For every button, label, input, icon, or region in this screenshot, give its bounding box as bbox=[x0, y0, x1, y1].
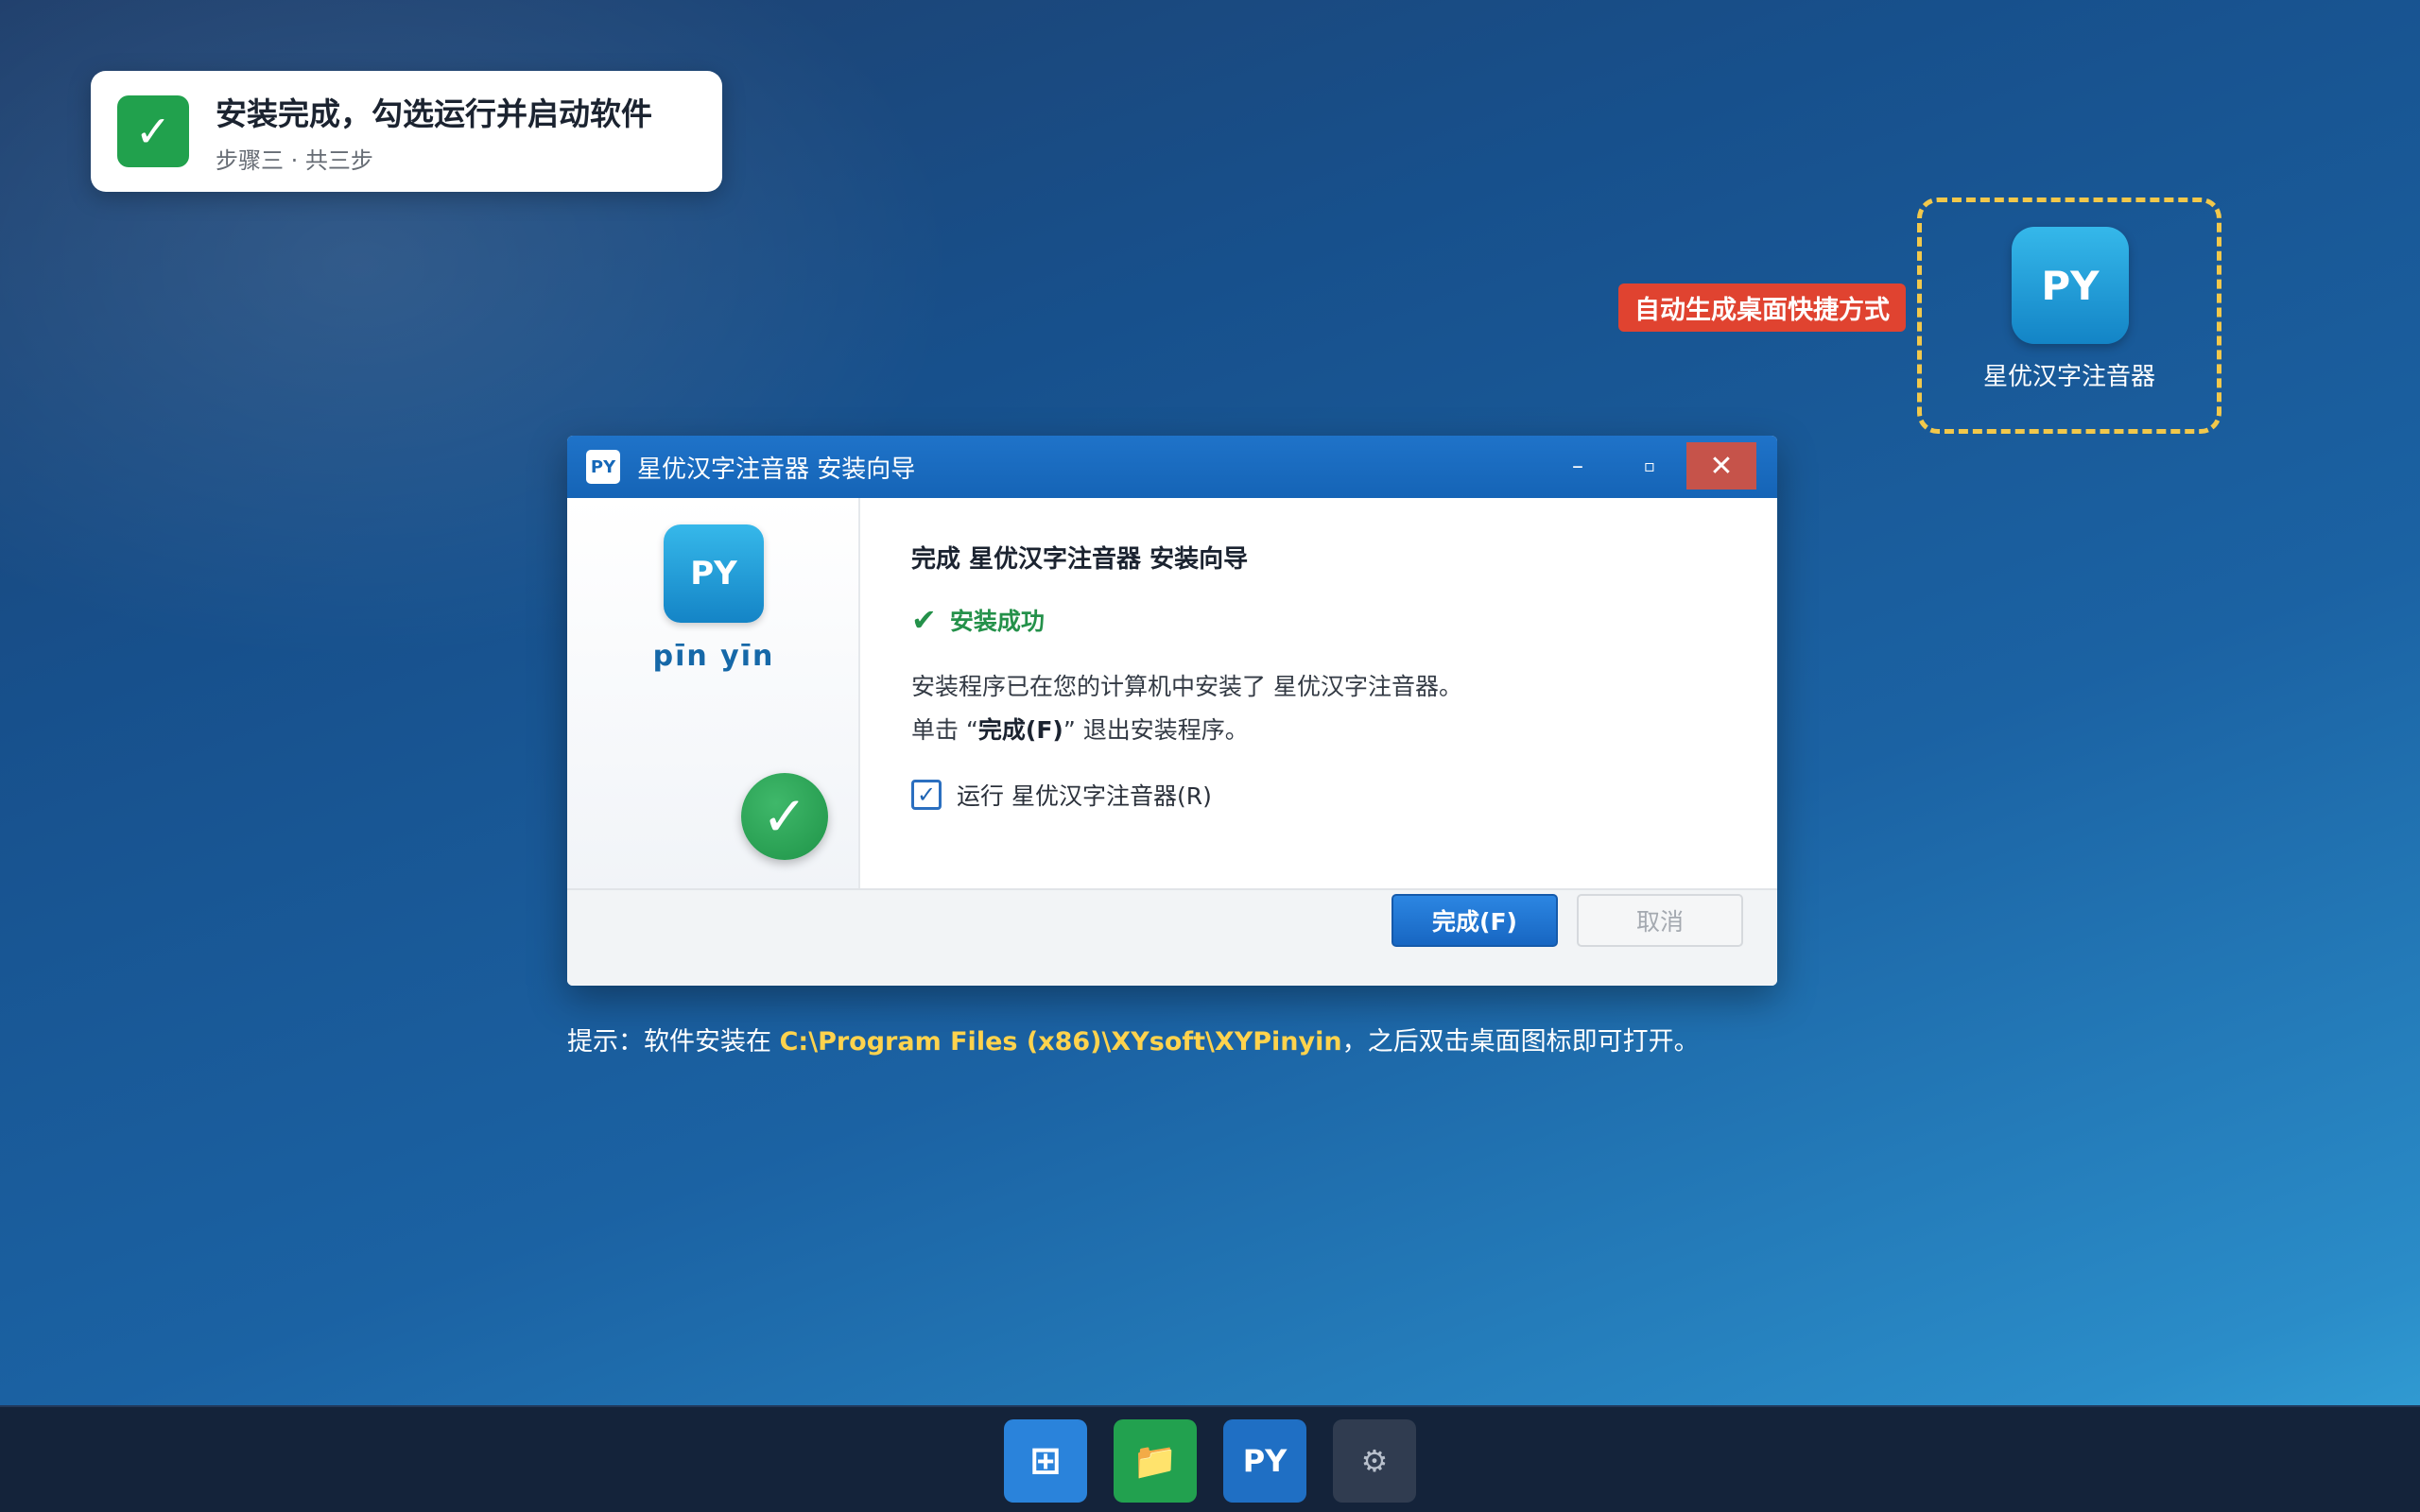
maximize-button[interactable]: ▫ bbox=[1615, 442, 1685, 490]
run-app-checkbox[interactable]: ✓ bbox=[911, 780, 942, 810]
check-icon: ✓ bbox=[117, 95, 189, 167]
title-bar[interactable]: PY 星优汉字注音器 安装向导 – ▫ ✕ bbox=[567, 436, 1777, 498]
desktop-shortcut-icon[interactable]: PY bbox=[2012, 227, 2129, 344]
app-logo-icon: PY bbox=[586, 450, 620, 484]
run-app-label[interactable]: 运行 星优汉字注音器(R) bbox=[957, 778, 1212, 812]
install-path: C:\Program Files (x86)\XYsoft\XYPinyin bbox=[779, 1027, 1342, 1057]
hint-prefix: 提示：软件安装在 bbox=[567, 1027, 780, 1057]
finish-button[interactable]: 完成(F) bbox=[1392, 894, 1558, 947]
page-heading: 完成 星优汉字注音器 安装向导 bbox=[911, 545, 1249, 574]
shortcut-callout: 自动生成桌面快捷方式 bbox=[1618, 284, 1906, 332]
exit-instruction: 单击 “完成(F)” 退出安装程序。 bbox=[911, 712, 1249, 746]
app-logo: PY bbox=[664, 524, 764, 623]
checkmark-icon: ✔ bbox=[911, 602, 937, 638]
window-title: 星优汉字注音器 安装向导 bbox=[637, 455, 916, 484]
install-message: 安装程序已在您的计算机中安装了 星优汉字注音器。 bbox=[911, 673, 1462, 700]
toast-subtitle: 步骤三 · 共三步 bbox=[216, 146, 373, 174]
install-path-hint: 提示：软件安装在 C:\Program Files (x86)\XYsoft\X… bbox=[567, 1021, 1700, 1057]
exit-instruction-prefix: 单击 “ bbox=[911, 716, 978, 744]
close-button[interactable]: ✕ bbox=[1686, 442, 1756, 490]
success-text: 安装成功 bbox=[949, 608, 1045, 635]
taskbar: ⊞ 📁 PY ⚙ bbox=[0, 1405, 2420, 1512]
wizard-sidebar: PY pīn yīn ✓ bbox=[567, 498, 860, 888]
minimize-button[interactable]: – bbox=[1543, 442, 1613, 490]
exit-instruction-suffix: ” 退出安装程序。 bbox=[1063, 716, 1249, 744]
cancel-button[interactable]: 取消 bbox=[1577, 894, 1743, 947]
folder-icon[interactable]: 📁 bbox=[1114, 1419, 1197, 1503]
wizard-content: 完成 星优汉字注音器 安装向导 ✔ 安装成功 安装程序已在您的计算机中安装了 星… bbox=[911, 498, 1777, 888]
success-status: ✔ 安装成功 bbox=[911, 602, 1045, 638]
success-check-icon: ✓ bbox=[741, 773, 828, 860]
gear-icon[interactable]: ⚙ bbox=[1333, 1419, 1416, 1503]
toast-title: 安装完成，勾选运行并启动软件 bbox=[216, 94, 652, 132]
exit-instruction-button-ref: 完成(F) bbox=[977, 716, 1063, 744]
desktop-shortcut-label[interactable]: 星优汉字注音器 bbox=[1917, 357, 2221, 392]
hint-suffix: ，之后双击桌面图标即可打开。 bbox=[1341, 1027, 1700, 1057]
installer-dialog: PY 星优汉字注音器 安装向导 – ▫ ✕ PY pīn yīn ✓ 完成 星优… bbox=[567, 436, 1777, 986]
step-toast: ✓ 安装完成，勾选运行并启动软件 步骤三 · 共三步 bbox=[91, 71, 722, 192]
start-icon[interactable]: ⊞ bbox=[1004, 1419, 1087, 1503]
sidebar-pinyin: pīn yīn bbox=[652, 640, 775, 673]
pinyin-app-icon[interactable]: PY bbox=[1223, 1419, 1306, 1503]
run-app-checkbox-row[interactable]: ✓ 运行 星优汉字注音器(R) bbox=[911, 778, 1212, 812]
